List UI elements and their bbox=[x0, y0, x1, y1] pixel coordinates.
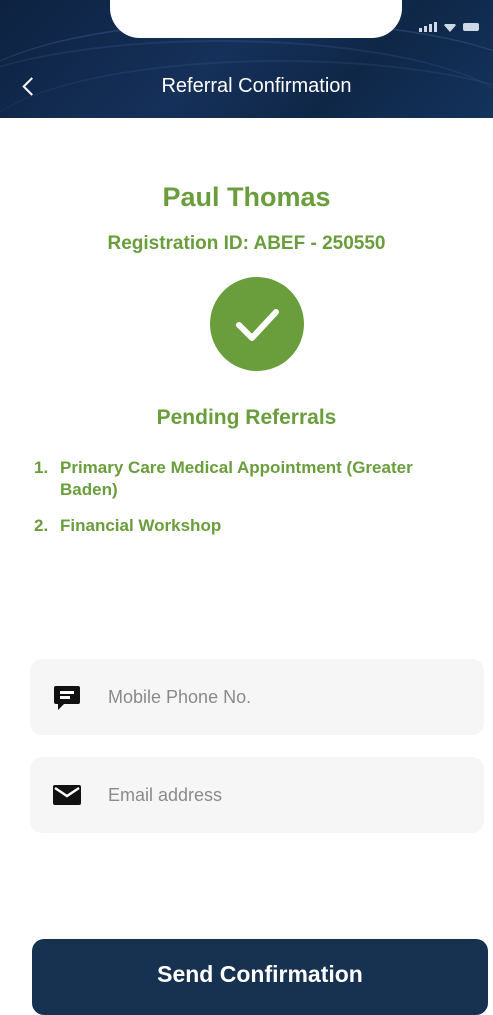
send-confirmation-button[interactable]: Send Confirmation bbox=[32, 939, 488, 1015]
envelope-icon bbox=[52, 780, 82, 810]
device-notch bbox=[110, 0, 402, 38]
registration-id: Registration ID: ABEF - 250550 bbox=[107, 233, 386, 254]
status-bar-icons bbox=[419, 22, 479, 32]
battery-icon bbox=[463, 23, 479, 31]
phone-input[interactable] bbox=[106, 685, 440, 709]
page-title: Referral Confirmation bbox=[161, 75, 352, 97]
list-item-number: 2. bbox=[34, 516, 49, 535]
user-name: Paul Thomas bbox=[162, 182, 331, 212]
list-item-text: Financial Workshop bbox=[60, 516, 222, 535]
list-item-number: 1. bbox=[34, 458, 49, 477]
app-header: Referral Confirmation bbox=[0, 0, 493, 118]
email-field-container[interactable] bbox=[30, 757, 484, 833]
email-input[interactable] bbox=[106, 783, 440, 807]
signal-icon bbox=[419, 22, 437, 32]
referral-list: 1. Primary Care Medical Appointment (Gre… bbox=[34, 457, 454, 551]
message-icon bbox=[52, 682, 82, 712]
wifi-icon bbox=[443, 24, 457, 32]
list-item: 1. Primary Care Medical Appointment (Gre… bbox=[34, 457, 454, 501]
pending-referrals-title: Pending Referrals bbox=[156, 406, 337, 429]
phone-field-container[interactable] bbox=[30, 659, 484, 735]
list-item-text: Primary Care Medical Appointment (Greate… bbox=[60, 458, 413, 499]
checkmark-icon bbox=[210, 277, 304, 371]
list-item: 2. Financial Workshop bbox=[34, 515, 454, 537]
